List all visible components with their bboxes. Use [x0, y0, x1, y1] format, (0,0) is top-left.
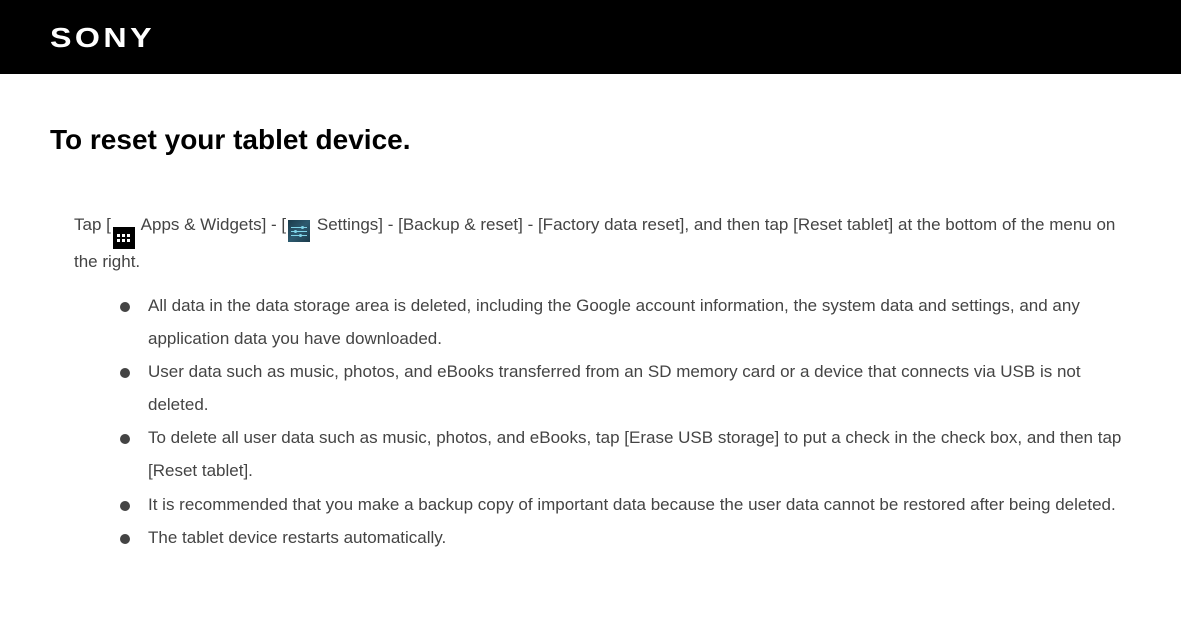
- intro-paragraph: Tap [ Apps & Widgets] - [ Settings] - [B…: [74, 206, 1131, 281]
- list-item: To delete all user data such as music, p…: [120, 421, 1131, 487]
- list-item: User data such as music, photos, and eBo…: [120, 355, 1131, 421]
- intro-text-1: Tap [: [74, 215, 111, 234]
- intro-text-2: Apps & Widgets] - [: [137, 215, 286, 234]
- header-bar: SONY: [0, 0, 1181, 74]
- apps-widgets-icon: [113, 213, 135, 235]
- content-area: To reset your tablet device. Tap [ Apps …: [0, 74, 1181, 574]
- settings-icon: [288, 213, 310, 235]
- page-title: To reset your tablet device.: [50, 124, 1131, 156]
- list-item: The tablet device restarts automatically…: [120, 521, 1131, 554]
- list-item: All data in the data storage area is del…: [120, 289, 1131, 355]
- sony-logo: SONY: [50, 22, 155, 54]
- list-item: It is recommended that you make a backup…: [120, 488, 1131, 521]
- bullet-list: All data in the data storage area is del…: [120, 289, 1131, 554]
